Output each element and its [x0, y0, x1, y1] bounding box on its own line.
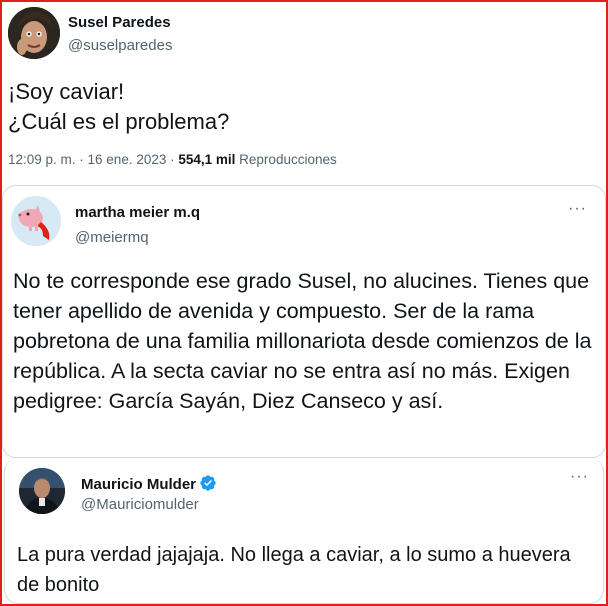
reply-tweet: Mauricio Mulder @Mauriciomulder ··· La p… [4, 458, 604, 604]
tweet-text: No te corresponde ese grado Susel, no al… [13, 269, 592, 413]
reply-tweet: martha meier m.q @meiermq ··· No te corr… [2, 185, 606, 458]
author-name[interactable]: Mauricio Mulder [81, 474, 217, 496]
more-options-icon[interactable]: ··· [568, 200, 587, 218]
tweet-text: ¡Soy caviar! ¿Cuál es el problema? [8, 77, 229, 137]
avatar[interactable] [19, 468, 65, 514]
screenshot-frame: Susel Paredes @suselparedes ¡Soy caviar!… [0, 0, 608, 606]
author-name[interactable]: martha meier m.q [75, 204, 200, 221]
verified-badge-icon [199, 474, 217, 496]
avatar[interactable] [11, 196, 61, 246]
author-handle[interactable]: @suselparedes [68, 37, 172, 54]
author-name-text: Mauricio Mulder [81, 476, 197, 493]
author-handle[interactable]: @Mauriciomulder [81, 496, 199, 513]
avatar[interactable] [8, 7, 60, 59]
tweet-meta: 12:09 p. m. · 16 ene. 2023 · 554,1 mil R… [8, 152, 337, 167]
views-label: Reproducciones [239, 152, 337, 167]
tweet-text-line: ¡Soy caviar! [8, 79, 125, 104]
more-options-icon[interactable]: ··· [570, 468, 589, 486]
tweet-text-line: ¿Cuál es el problema? [8, 109, 230, 134]
author-name[interactable]: Susel Paredes [68, 14, 171, 31]
tweet-text: La pura verdad jajajaja. No llega a cavi… [17, 544, 571, 596]
views-count: 554,1 mil [178, 152, 236, 167]
author-handle[interactable]: @meiermq [75, 229, 149, 246]
main-tweet: Susel Paredes @suselparedes ¡Soy caviar!… [2, 2, 606, 184]
tweet-timestamp[interactable]: 12:09 p. m. · 16 ene. 2023 · [8, 152, 178, 167]
